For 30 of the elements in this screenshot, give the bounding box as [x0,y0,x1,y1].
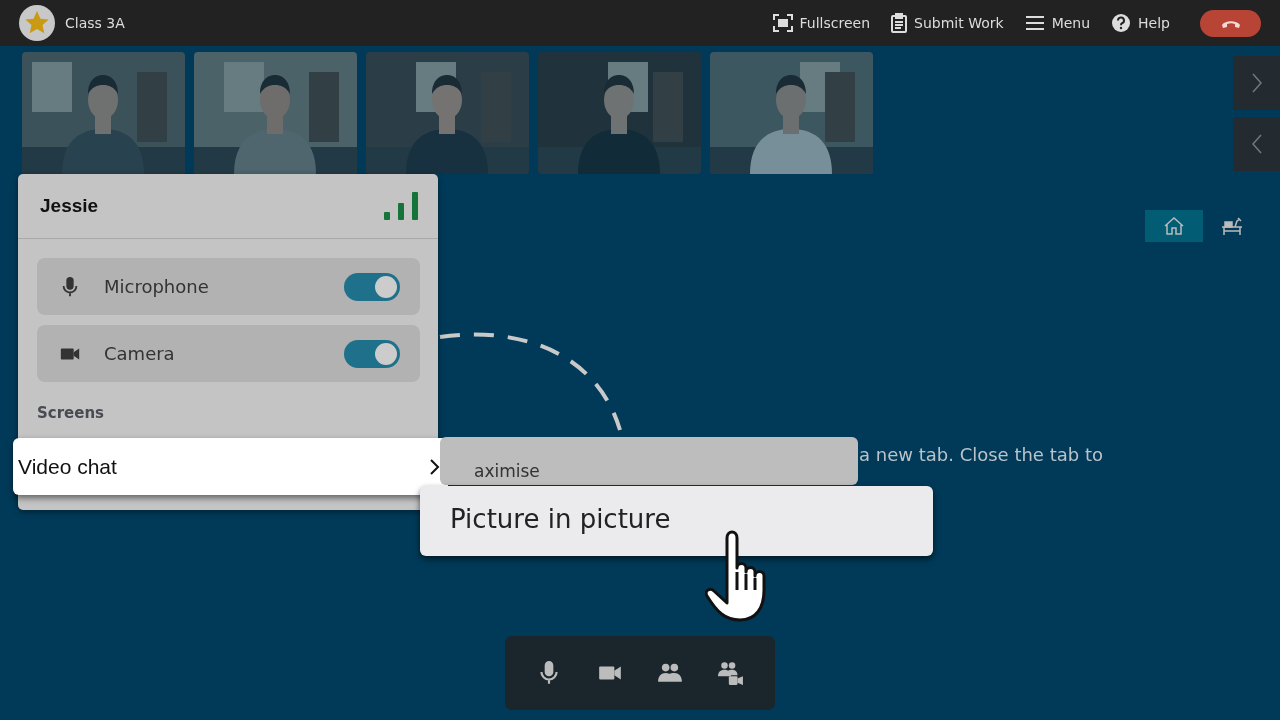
setting-label: Microphone [104,276,210,297]
menu-button[interactable]: Menu [1024,13,1091,33]
setting-label: Camera [104,343,176,364]
chevron-right-icon [430,458,440,475]
signal-strength-icon [384,192,420,220]
home-tab[interactable] [1145,210,1203,242]
clipboard-icon [891,13,908,33]
chevron-left-icon [1251,134,1262,154]
menu-icon [1024,15,1045,31]
home-icon [1164,217,1184,235]
class-name: Class 3A [65,15,125,31]
star-logo-icon [19,5,55,41]
people-video-icon [717,660,744,686]
chevron-right-icon [1251,73,1262,93]
participant-name: Jessie [40,195,99,217]
help-button[interactable]: Help [1111,13,1170,33]
phone-hangup-icon [1220,18,1241,28]
section-heading: Screens [37,404,106,422]
toggle-switch[interactable] [344,339,400,368]
toggle-switch[interactable] [344,272,400,301]
fullscreen-icon [772,14,793,32]
menu-item[interactable]: Video chat [13,438,448,495]
end-call-button[interactable] [1200,9,1261,37]
fullscreen-button[interactable]: Fullscreen [772,13,871,33]
desk-lamp-icon [1221,216,1243,236]
menu-item[interactable]: aximise [440,437,858,485]
menu-item[interactable]: Picture in picture [420,486,933,556]
submit-button[interactable]: Submit Work [891,13,1004,33]
instruction-text: a new tab. Close the tab to [859,444,1103,465]
help-icon [1111,13,1132,33]
